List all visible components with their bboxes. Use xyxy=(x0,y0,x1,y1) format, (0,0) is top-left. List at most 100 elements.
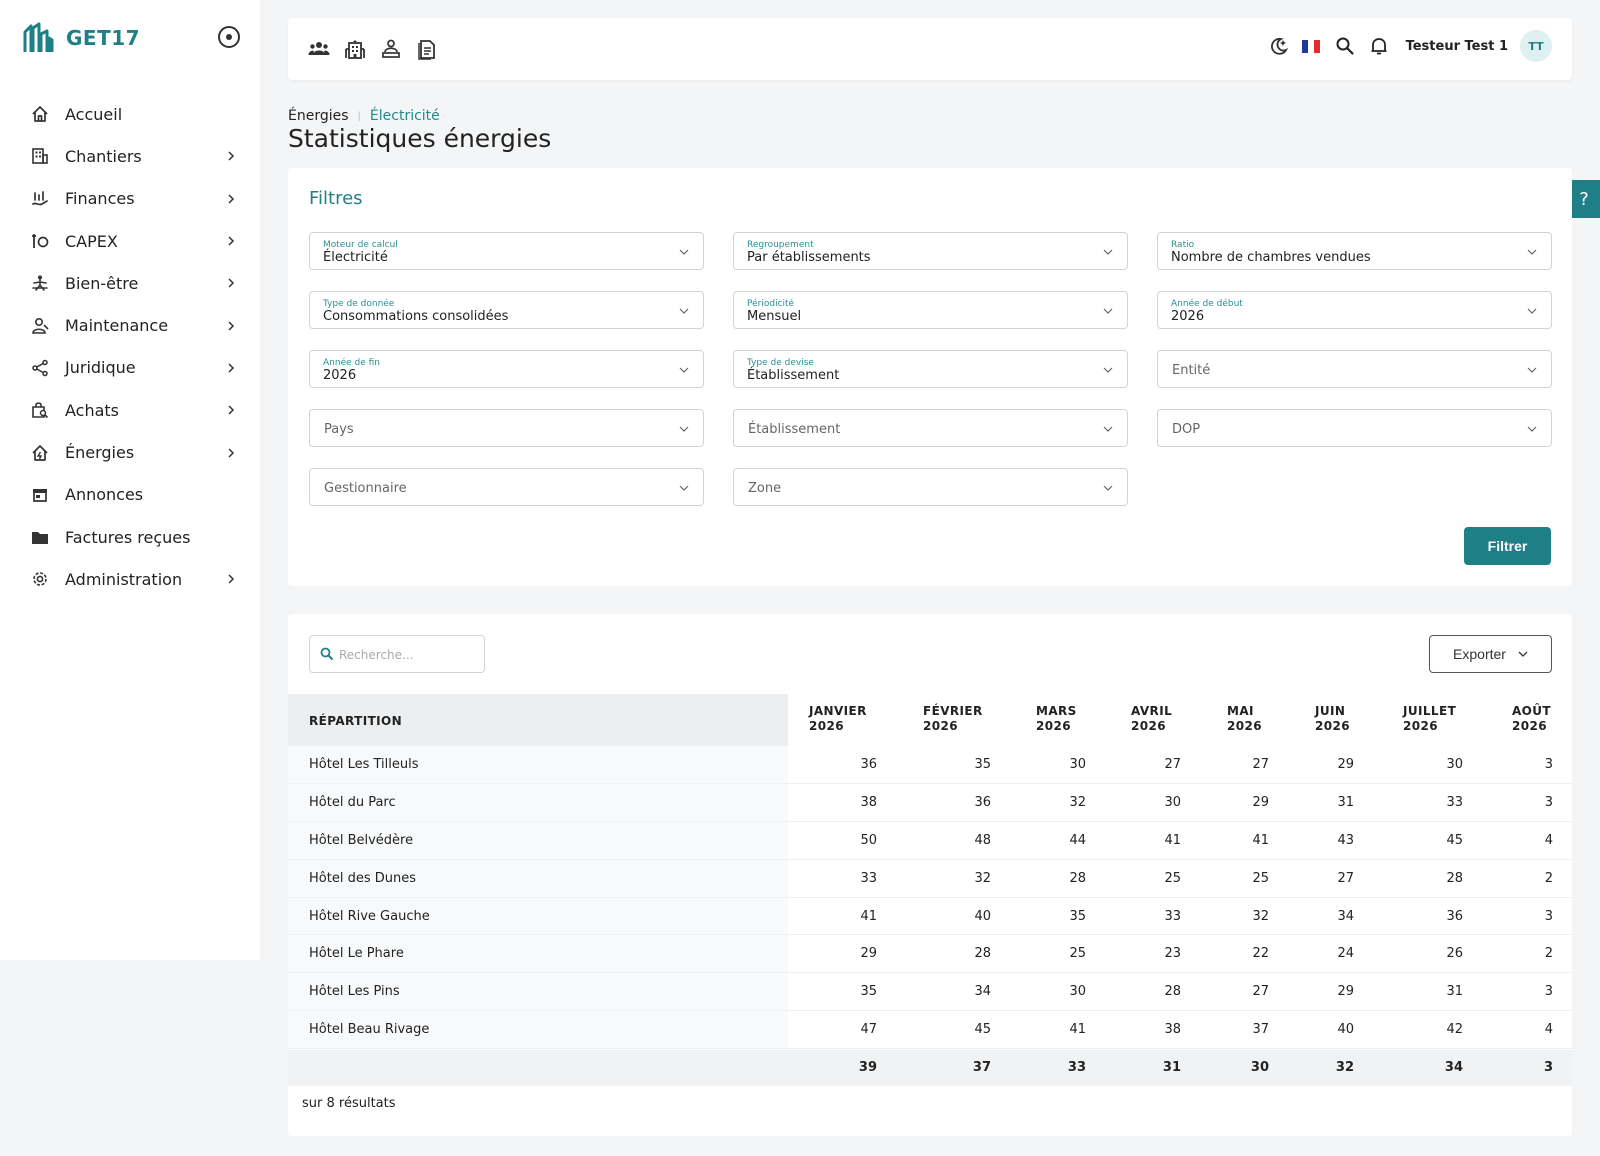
sidebar-item-bien-etre[interactable]: Bien-être xyxy=(0,262,260,304)
field-label: Périodicité xyxy=(747,299,795,309)
column-header-month[interactable]: MARS 2026 xyxy=(1036,704,1077,734)
receptionist-icon[interactable] xyxy=(380,37,402,61)
document-icon[interactable] xyxy=(416,37,438,61)
table-cell: 50 xyxy=(860,832,877,848)
sidebar-item-label: Énergies xyxy=(65,443,135,463)
chevron-right-icon xyxy=(228,363,235,373)
annee-debut-select[interactable]: Année de début 2026 xyxy=(1157,291,1552,329)
table-row[interactable]: Hôtel des Dunes 33 32 28 25 25 27 28 2 xyxy=(288,859,1572,898)
sidebar-item-finances[interactable]: Finances xyxy=(0,178,260,220)
table-cell: 28 xyxy=(1069,870,1086,886)
month-header-area: JANVIER 2026 FÉVRIER 2026 MARS 2026 AVRIL 20… xyxy=(788,694,1572,746)
sidebar-item-accueil[interactable]: Accueil xyxy=(0,93,260,135)
table-row[interactable]: Hôtel Rive Gauche 41 40 35 33 32 34 36 3 xyxy=(288,897,1572,936)
column-header-month[interactable]: AOÛT 2026 xyxy=(1512,704,1551,734)
filters-card: Filtres Moteur de calcul Électricité Reg… xyxy=(288,168,1572,586)
sidebar-item-label: Accueil xyxy=(65,104,123,124)
users-icon[interactable] xyxy=(308,37,330,61)
sidebar-item-chantiers[interactable]: Chantiers xyxy=(0,135,260,177)
table-row[interactable]: Hôtel Les Pins 35 34 30 28 27 29 31 3 xyxy=(288,973,1572,1012)
user-name[interactable]: Testeur Test 1 xyxy=(1406,39,1508,54)
annee-fin-select[interactable]: Année de fin 2026 xyxy=(309,350,704,388)
table-cell: 28 xyxy=(1164,984,1181,1000)
table-cell: 27 xyxy=(1164,757,1181,772)
chevron-right-icon xyxy=(228,151,235,161)
table-row[interactable]: Hôtel du Parc 38 36 32 30 29 31 33 3 xyxy=(288,783,1572,822)
export-button[interactable]: Exporter xyxy=(1429,635,1552,673)
field-value: Consommations consolidées xyxy=(323,309,509,324)
sidebar-item-label: CAPEX xyxy=(65,231,118,251)
house-energy-icon xyxy=(30,443,50,463)
store-icon xyxy=(30,485,50,505)
ratio-select[interactable]: Ratio Nombre de chambres vendues xyxy=(1157,232,1552,270)
gestionnaire-select[interactable]: Gestionnaire xyxy=(309,468,704,506)
sidebar-item-juridique[interactable]: Juridique xyxy=(0,347,260,389)
entite-select[interactable]: Entité xyxy=(1157,350,1552,388)
table-cell: 2 xyxy=(1544,870,1553,886)
row-name-cell: Hôtel Beau Rivage xyxy=(288,1011,788,1049)
sidebar-item-administration[interactable]: Administration xyxy=(0,558,260,600)
pays-select[interactable]: Pays xyxy=(309,409,704,447)
zone-select[interactable]: Zone xyxy=(733,468,1128,506)
row-name: Hôtel Rive Gauche xyxy=(309,908,430,924)
field-value: Nombre de chambres vendues xyxy=(1171,250,1371,265)
flag-fr-icon[interactable] xyxy=(1301,39,1320,53)
table-cell: 23 xyxy=(1164,946,1181,962)
field-value: Mensuel xyxy=(747,309,802,324)
table-cell: 30 xyxy=(1069,757,1086,772)
avatar[interactable]: TT xyxy=(1520,30,1552,62)
table-row[interactable]: Hôtel Les Tilleuls 36 35 30 27 27 29 30 3 xyxy=(288,746,1572,784)
shopping-bag-search-icon xyxy=(30,400,50,420)
column-header-month[interactable]: MAI 2026 xyxy=(1227,704,1262,734)
filter-button[interactable]: Filtrer xyxy=(1464,527,1551,565)
etablissement-select[interactable]: Établissement xyxy=(733,409,1128,447)
chevron-down-icon xyxy=(1103,426,1113,432)
chevron-right-icon xyxy=(228,236,235,246)
column-header-month[interactable]: JUIN 2026 xyxy=(1315,704,1350,734)
periodicite-select[interactable]: Périodicité Mensuel xyxy=(733,291,1128,329)
column-header-month[interactable]: AVRIL 2026 xyxy=(1131,704,1172,734)
sidebar-item-achats[interactable]: Achats xyxy=(0,389,260,431)
dark-mode-icon[interactable] xyxy=(1268,34,1290,58)
sidebar-item-energies[interactable]: Énergies xyxy=(0,431,260,473)
search-input[interactable]: Recherche... xyxy=(309,635,485,673)
bell-icon[interactable] xyxy=(1368,34,1390,58)
sidebar-item-annonces[interactable]: Annonces xyxy=(0,474,260,516)
sidebar-item-factures-recues[interactable]: Factures reçues xyxy=(0,516,260,558)
app-logo[interactable]: GET17 xyxy=(22,22,140,54)
type-donnee-select[interactable]: Type de donnée Consommations consolidées xyxy=(309,291,704,329)
dop-select[interactable]: DOP xyxy=(1157,409,1552,447)
column-header-month[interactable]: JANVIER 2026 xyxy=(809,704,867,734)
row-name: Hôtel du Parc xyxy=(309,794,396,810)
row-name: Hôtel Belvédère xyxy=(309,832,414,848)
sidebar-item-maintenance[interactable]: Maintenance xyxy=(0,304,260,346)
search-placeholder: Recherche... xyxy=(339,648,414,662)
hotel-icon[interactable] xyxy=(344,37,366,61)
chart-hand-icon xyxy=(30,189,50,209)
table-cell: 48 xyxy=(974,832,991,848)
table-row[interactable]: Hôtel Beau Rivage 47 45 41 38 37 40 42 4 xyxy=(288,1011,1572,1050)
table-cell: 31 xyxy=(1337,794,1354,810)
sidebar-item-capex[interactable]: CAPEX xyxy=(0,220,260,262)
regroupement-select[interactable]: Regroupement Par établissements xyxy=(733,232,1128,270)
table-row[interactable]: Hôtel Le Phare 29 28 25 23 22 24 26 2 xyxy=(288,935,1572,974)
row-name-cell: Hôtel Belvédère xyxy=(288,821,788,859)
sidebar-toggle-button[interactable] xyxy=(218,26,240,48)
breadcrumb-parent[interactable]: Énergies xyxy=(288,108,349,124)
table-cell: 41 xyxy=(1252,832,1269,848)
building-icon xyxy=(30,146,50,166)
type-devise-select[interactable]: Type de devise Établissement xyxy=(733,350,1128,388)
total-cell: 33 xyxy=(1067,1060,1086,1075)
chevron-down-icon xyxy=(1103,308,1113,314)
total-cell: 3 xyxy=(1543,1060,1553,1075)
field-placeholder: DOP xyxy=(1172,422,1201,437)
search-icon[interactable] xyxy=(1334,34,1356,58)
chevron-right-icon xyxy=(228,321,235,331)
moteur-calcul-select[interactable]: Moteur de calcul Électricité xyxy=(309,232,704,270)
column-header-month[interactable]: JUILLET 2026 xyxy=(1403,704,1456,734)
table-row[interactable]: Hôtel Belvédère 50 48 44 41 41 43 45 4 xyxy=(288,821,1572,860)
field-label: Ratio xyxy=(1171,240,1195,250)
column-header-repartition[interactable]: RÉPARTITION xyxy=(309,714,402,728)
search-icon xyxy=(320,647,334,661)
column-header-month[interactable]: FÉVRIER 2026 xyxy=(923,704,983,734)
